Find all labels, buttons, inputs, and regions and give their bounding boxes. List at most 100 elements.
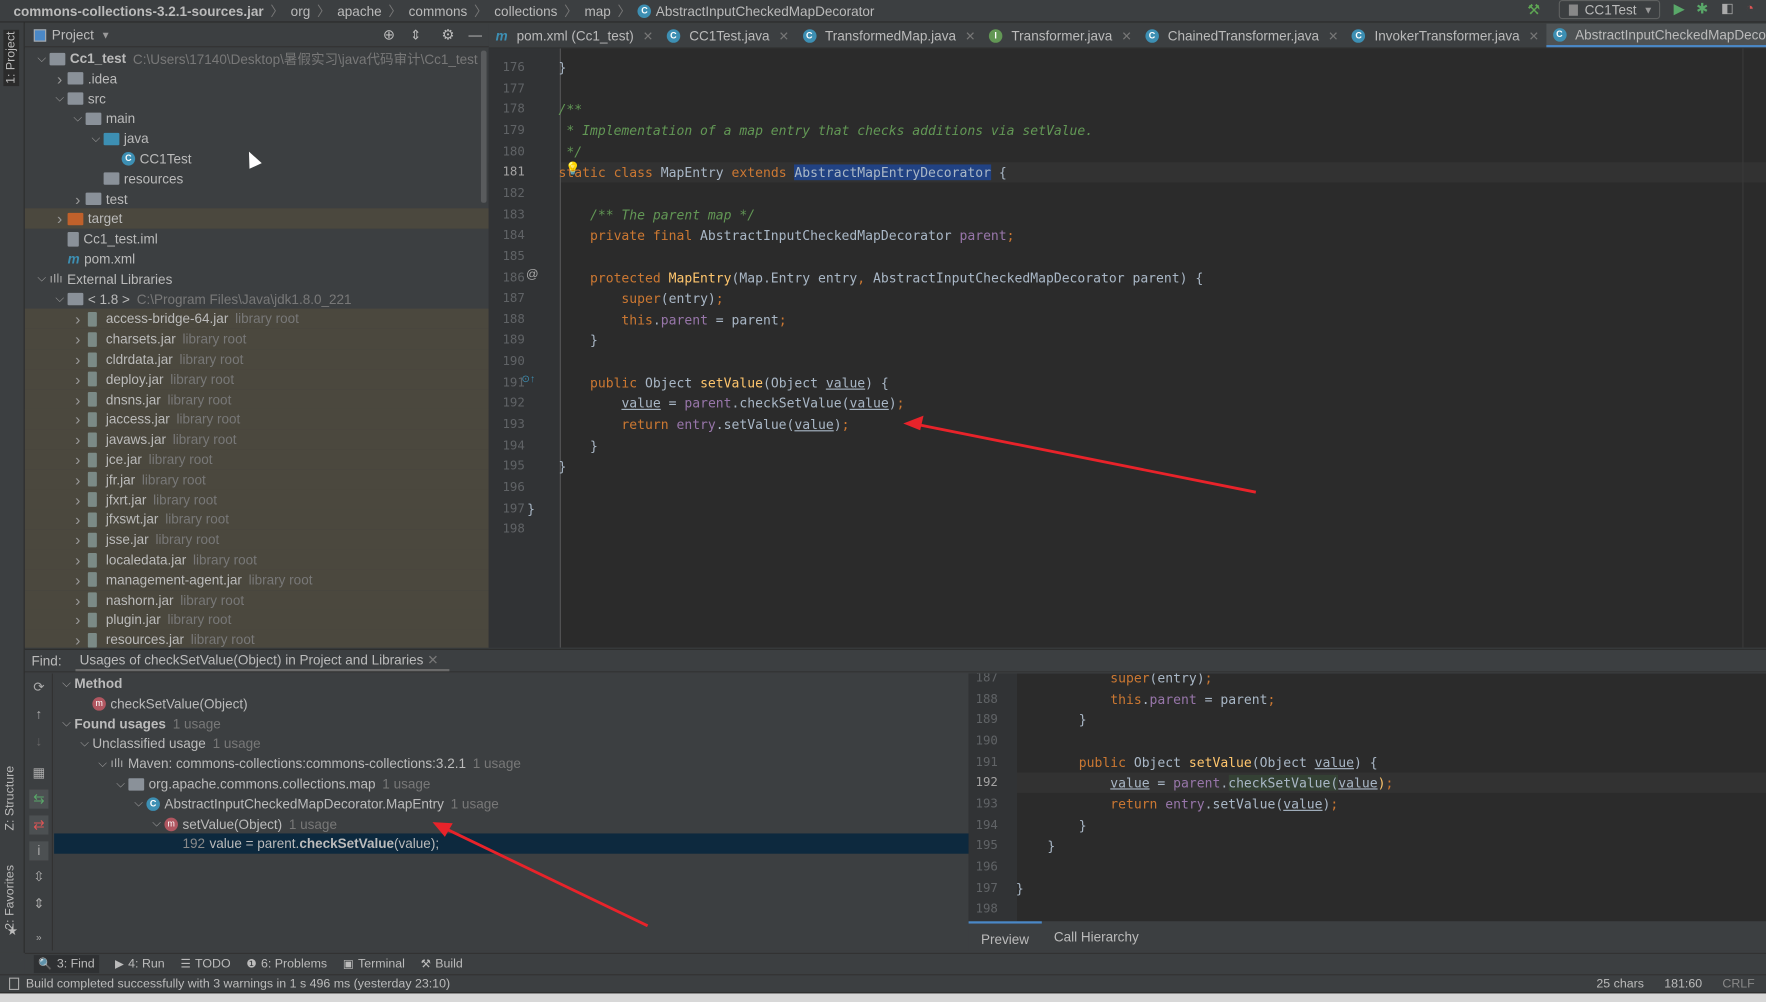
tree-item[interactable]: ⌵ ıIlı External Libraries [25,269,489,289]
tree-item[interactable]: ⌵ Unclassified usage 1 usage [54,734,969,754]
tree-item[interactable]: Cc1_test.iml [25,229,489,249]
tree-item[interactable]: › access-bridge-64.jar library root [24,309,489,330]
breadcrumb-item[interactable]: org [291,3,311,19]
code-line[interactable]: } [1016,710,1087,730]
tree-item[interactable]: › resources.jar library root [24,629,489,648]
write-access-icon[interactable]: ⇄ [29,815,49,835]
chevron-right-icon[interactable]: › [70,531,86,549]
breadcrumb-item[interactable]: apache [337,3,381,19]
chevron-right-icon[interactable]: › [70,611,86,629]
tree-item[interactable]: › jaccess.jar library root [24,409,489,430]
tree-item[interactable]: › nashorn.jar library root [24,589,489,610]
tree-item[interactable]: › jfxswt.jar library root [24,509,489,530]
chevron-right-icon[interactable]: › [70,451,86,469]
tree-item[interactable]: › jce.jar library root [24,449,489,470]
close-icon[interactable]: ✕ [643,29,653,44]
tree-item[interactable]: ⌵ Cc1_test C:\Users\17140\Desktop\暑假实习\jav… [25,48,489,68]
profile-icon[interactable]: ◔ [1746,0,1754,16]
chevron-right-icon[interactable]: › [70,390,86,408]
breadcrumb-item[interactable]: commons-collections-3.2.1-sources.jar [14,3,264,19]
close-icon[interactable]: ✕ [1121,29,1131,44]
preview-tab[interactable]: Preview [968,921,1042,950]
chevron-right-icon[interactable]: › [70,410,86,428]
chevron-down-icon[interactable]: ⌵ [52,293,68,305]
chevron-down-icon[interactable]: ⌵ [34,273,50,285]
code-line[interactable]: public Object setValue(Object value) { [1016,752,1378,772]
close-icon[interactable]: ✕ [427,652,438,668]
chevron-right-icon[interactable]: › [70,471,86,489]
tree-item[interactable]: ⌵ ıIlı Maven: commons-collections:commons-… [54,754,969,774]
chevron-right-icon[interactable]: › [70,370,86,388]
favorites-tool-tab[interactable]: 2: Favorites [3,865,17,930]
tree-item[interactable]: › management-agent.jar library root [24,569,489,590]
next-occurrence-icon[interactable]: ↓ [29,732,48,751]
code-line[interactable]: super(entry); [1016,674,1212,689]
code-line[interactable]: } [1016,836,1055,856]
structure-tool-tab[interactable]: Z: Structure [3,766,17,831]
tree-item[interactable]: resources [25,169,489,189]
line-separator[interactable]: CRLF [1722,978,1754,992]
chevron-right-icon[interactable]: › [52,210,68,228]
code-line[interactable]: protected MapEntry(Map.Entry entry, Abst… [527,267,1203,287]
chevron-right-icon[interactable]: › [70,551,86,569]
bottom-tab[interactable]: ⚒ Build [421,957,463,971]
status-toggle-icon[interactable] [9,977,20,991]
tree-item[interactable]: ⌵ org.apache.commons.collections.map 1 usa… [54,774,969,794]
close-icon[interactable]: ✕ [1328,29,1338,44]
override-icon[interactable]: ⊙↑ [521,373,535,385]
project-tool-tab[interactable]: 1: Project [3,29,20,87]
editor-tab[interactable]: C ChainedTransformer.java ✕ [1138,24,1345,48]
tree-item[interactable]: › jfr.jar library root [24,469,489,490]
debug-icon[interactable]: ✱ [1696,0,1708,18]
close-icon[interactable]: ✕ [965,29,975,44]
previous-occurrence-icon[interactable]: ↑ [29,705,48,724]
code-line[interactable]: this.parent = parent; [527,309,786,329]
chevron-right-icon[interactable]: › [70,310,86,328]
chevron-down-icon[interactable]: ⌵ [70,113,86,125]
code-line[interactable]: } [527,330,598,350]
close-icon[interactable]: ✕ [1529,29,1539,44]
tree-item[interactable]: › plugin.jar library root [24,609,489,631]
tree-item[interactable]: › target [24,208,489,230]
tree-item[interactable]: › localedata.jar library root [24,549,489,570]
code-line[interactable]: /** The parent map */ [527,204,755,224]
hammer-icon[interactable]: ⚒ [1527,1,1540,19]
breadcrumb-item[interactable]: commons [409,3,468,19]
editor-tab[interactable]: I Transformer.java ✕ [982,24,1138,48]
chevron-right-icon[interactable]: › [70,350,86,368]
tree-item[interactable]: ⌵ java [25,129,489,149]
read-access-icon[interactable]: ⇆ [29,789,49,809]
chevron-right-icon[interactable]: › [70,571,86,589]
code-line[interactable]: } [527,57,567,77]
tree-item[interactable]: m pom.xml [25,249,489,269]
tree-item[interactable]: › test [25,189,489,209]
code-line[interactable]: } [527,457,567,477]
code-line[interactable]: } [1016,815,1087,835]
preview-tab[interactable]: Call Hierarchy [1041,921,1151,950]
chevron-down-icon[interactable]: ⌵ [59,677,75,689]
code-line[interactable]: super(entry); [527,288,723,308]
bottom-tab[interactable]: ❶ 6: Problems [246,957,327,971]
code-line[interactable]: */ [527,141,582,161]
editor-tab[interactable]: C CC1Test.java ✕ [660,24,796,48]
chevron-down-icon[interactable]: ⌵ [131,798,147,810]
code-line[interactable]: /** [527,99,583,119]
chevron-right-icon[interactable]: › [70,430,86,448]
tree-item[interactable]: ⌵ src [25,89,489,109]
tree-item[interactable]: m checkSetValue(Object) [54,694,969,714]
more-icon[interactable]: » [29,928,48,947]
code-line[interactable]: } [527,436,598,456]
close-icon[interactable]: ✕ [779,29,789,44]
chevron-right-icon[interactable]: › [52,70,68,88]
tree-item[interactable]: › .idea [25,68,489,88]
tree-item[interactable]: ⌵ main [25,109,489,129]
breadcrumb-item[interactable]: map [584,3,610,19]
chevron-right-icon[interactable]: › [70,591,86,609]
chevron-right-icon[interactable]: › [70,631,86,648]
code-line[interactable]: value = parent.checkSetValue(value); [1016,773,1393,793]
editor-tab[interactable]: C InvokerTransformer.java ✕ [1345,24,1546,48]
bottom-tab[interactable]: ▶ 4: Run [115,957,165,971]
code-line[interactable]: public Object setValue(Object value) { [527,373,889,393]
bottom-tab[interactable]: ▣ Terminal [343,957,405,971]
tree-item[interactable]: › dnsns.jar library root [24,389,489,410]
